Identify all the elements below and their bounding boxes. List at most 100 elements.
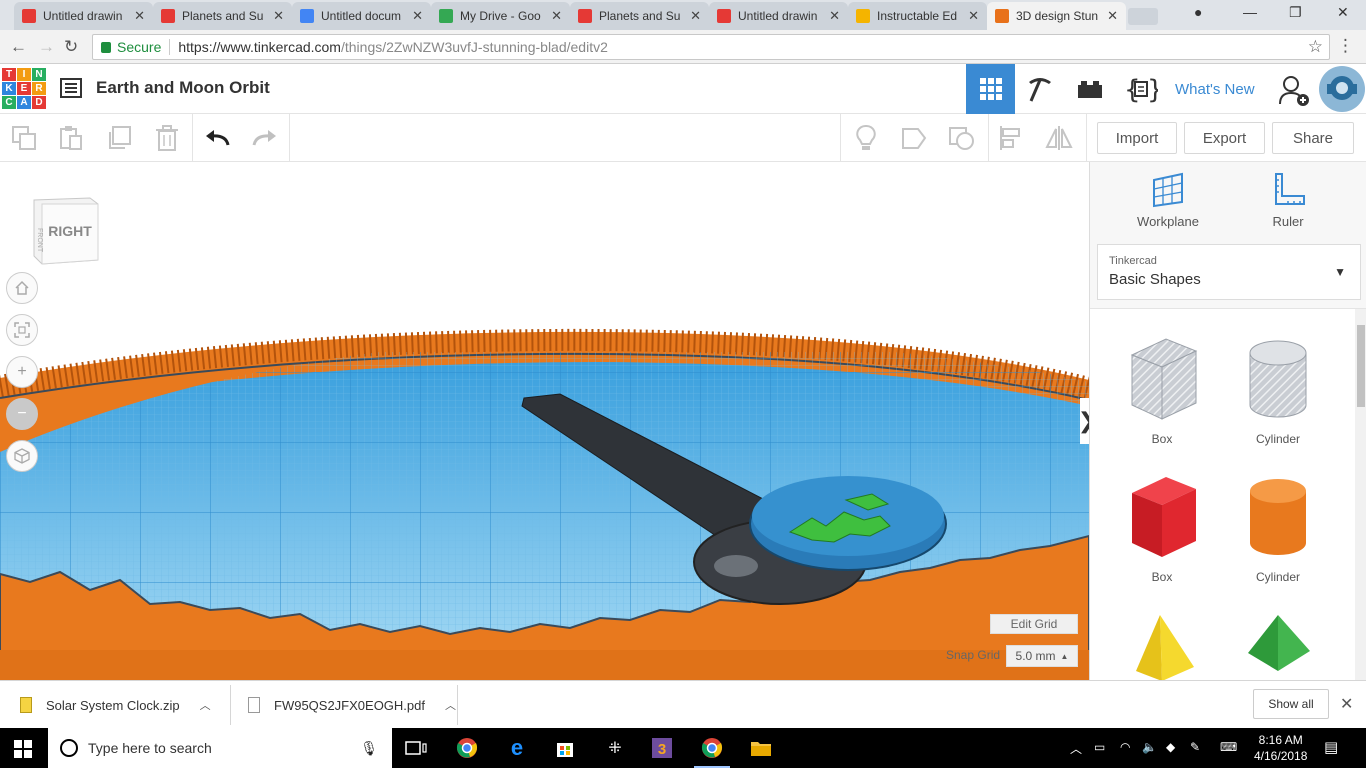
show-all-downloads-button[interactable]: Show all bbox=[1253, 689, 1329, 719]
app-3-taskbar-icon[interactable]: 3 bbox=[650, 736, 674, 760]
fit-view-button[interactable] bbox=[6, 314, 38, 346]
tab-close-icon[interactable]: ✕ bbox=[551, 8, 562, 24]
3d-design-view-button[interactable] bbox=[966, 64, 1015, 114]
blocks-pickaxe-button[interactable] bbox=[1016, 64, 1064, 114]
task-view-icon[interactable] bbox=[404, 736, 428, 760]
minimize-icon[interactable]: — bbox=[1243, 4, 1257, 20]
tinkercad-logo[interactable]: T I N K E R C A D bbox=[2, 68, 46, 109]
volume-muted-icon[interactable]: 🔈 bbox=[1142, 740, 1157, 754]
scene-canvas[interactable] bbox=[0, 162, 1089, 680]
edit-grid-button[interactable]: Edit Grid bbox=[990, 614, 1078, 634]
paste-button[interactable] bbox=[57, 124, 85, 152]
home-view-button[interactable] bbox=[6, 272, 38, 304]
download-item[interactable]: FW95QS2JFX0EOGH.pdf ︿ bbox=[248, 689, 456, 721]
shape-wedge[interactable] bbox=[1228, 611, 1328, 680]
file-explorer-taskbar-icon[interactable] bbox=[749, 736, 773, 760]
browser-tab[interactable]: Planets and Su ✕ bbox=[153, 2, 292, 30]
ungroup-button[interactable] bbox=[948, 124, 976, 152]
tab-close-icon[interactable]: ✕ bbox=[273, 8, 284, 24]
browser-tab[interactable]: Untitled drawin ✕ bbox=[14, 2, 153, 30]
tab-close-icon[interactable]: ✕ bbox=[1107, 8, 1118, 24]
bookmark-star-icon[interactable]: ☆ bbox=[1308, 37, 1323, 57]
design-list-icon[interactable] bbox=[60, 78, 82, 98]
window-close-icon[interactable]: ✕ bbox=[1337, 4, 1349, 21]
snap-grid-select[interactable]: 5.0 mm ▲ bbox=[1006, 645, 1078, 667]
reload-icon[interactable]: ↻ bbox=[64, 37, 78, 57]
shape-box-hole[interactable]: Box bbox=[1112, 335, 1212, 446]
browser-tab[interactable]: Untitled drawin ✕ bbox=[709, 2, 848, 30]
tab-close-icon[interactable]: ✕ bbox=[829, 8, 840, 24]
3d-viewport[interactable]: RIGHT FRONT + − ❯ Edit Grid Snap Grid 5.… bbox=[0, 162, 1089, 680]
taskbar-search-input[interactable]: Type here to search 🎙 bbox=[48, 728, 392, 768]
tab-close-icon[interactable]: ✕ bbox=[412, 8, 423, 24]
shape-box[interactable]: Box bbox=[1112, 473, 1212, 584]
keyboard-icon[interactable]: ⌨ bbox=[1220, 740, 1237, 754]
chrome-taskbar-icon[interactable] bbox=[455, 736, 479, 760]
chevron-up-icon[interactable]: ︿ bbox=[445, 697, 456, 713]
new-tab-button[interactable] bbox=[1128, 8, 1158, 25]
delete-button[interactable] bbox=[153, 124, 181, 152]
mirror-button[interactable] bbox=[1045, 124, 1073, 152]
profile-icon[interactable]: ● bbox=[1194, 4, 1202, 20]
codeblocks-button[interactable]: { } bbox=[1116, 64, 1166, 114]
omnibox-divider bbox=[169, 39, 171, 55]
zoom-in-button[interactable]: + bbox=[6, 356, 38, 388]
shape-cylinder-hole[interactable]: Cylinder bbox=[1228, 335, 1328, 446]
share-button[interactable]: Share bbox=[1272, 122, 1354, 154]
wifi-icon[interactable]: ◠ bbox=[1120, 740, 1130, 754]
show-hidden-icons-icon[interactable]: ︿ bbox=[1070, 740, 1082, 757]
tab-close-icon[interactable]: ✕ bbox=[690, 8, 701, 24]
shape-library-select[interactable]: Tinkercad Basic Shapes ▼ bbox=[1097, 244, 1361, 300]
forward-icon[interactable]: → bbox=[38, 37, 55, 57]
panel-collapse-chevron-icon[interactable]: ❯ bbox=[1078, 398, 1089, 444]
notifications-icon[interactable]: ▤ bbox=[1324, 738, 1338, 756]
chrome-active-taskbar-icon[interactable] bbox=[694, 736, 730, 768]
perspective-toggle-button[interactable] bbox=[6, 440, 38, 472]
bricks-button[interactable] bbox=[1065, 64, 1115, 114]
workplane-button[interactable]: Workplane bbox=[1118, 172, 1218, 229]
whats-new-link[interactable]: What's New bbox=[1175, 81, 1255, 98]
ruler-button[interactable]: Ruler bbox=[1238, 172, 1338, 229]
redo-button[interactable] bbox=[251, 124, 279, 152]
group-button[interactable] bbox=[900, 124, 928, 152]
align-button[interactable] bbox=[997, 124, 1025, 152]
tab-close-icon[interactable]: ✕ bbox=[968, 8, 979, 24]
chevron-up-icon[interactable]: ︿ bbox=[200, 697, 211, 713]
browser-tab[interactable]: Untitled docum ✕ bbox=[292, 2, 431, 30]
battery-icon[interactable]: ▭ bbox=[1094, 740, 1105, 754]
import-button[interactable]: Import bbox=[1097, 122, 1177, 154]
back-icon[interactable]: ← bbox=[10, 37, 27, 57]
zoom-out-button[interactable]: − bbox=[6, 398, 38, 430]
view-cube[interactable]: RIGHT FRONT bbox=[30, 194, 100, 266]
browser-tab[interactable]: Planets and Su ✕ bbox=[570, 2, 709, 30]
shape-cylinder[interactable]: Cylinder bbox=[1228, 473, 1328, 584]
edge-taskbar-icon[interactable]: e bbox=[505, 735, 529, 760]
tab-close-icon[interactable]: ✕ bbox=[134, 8, 145, 24]
url-input[interactable]: Secure https://www.tinkercad.com /things… bbox=[92, 34, 1330, 60]
store-taskbar-icon[interactable] bbox=[553, 736, 577, 760]
browser-tab[interactable]: Instructable Ed ✕ bbox=[848, 2, 987, 30]
design-title[interactable]: Earth and Moon Orbit bbox=[96, 78, 270, 98]
export-button[interactable]: Export bbox=[1184, 122, 1265, 154]
shapes-scrollbar[interactable] bbox=[1355, 309, 1366, 680]
close-download-bar-icon[interactable]: ✕ bbox=[1340, 694, 1353, 714]
windows-start-icon[interactable] bbox=[14, 740, 32, 758]
pen-icon[interactable]: ✎ bbox=[1190, 740, 1200, 754]
maximize-icon[interactable]: ❐ bbox=[1289, 4, 1302, 21]
browser-tab-active[interactable]: 3D design Stun ✕ bbox=[987, 2, 1126, 30]
dropbox-icon[interactable]: ◆ bbox=[1166, 740, 1175, 754]
microphone-icon[interactable]: 🎙 bbox=[360, 740, 378, 757]
duplicate-button[interactable] bbox=[105, 124, 133, 152]
copy-button[interactable] bbox=[10, 124, 38, 152]
download-item[interactable]: Solar System Clock.zip ︿ bbox=[20, 689, 211, 721]
add-user-icon[interactable] bbox=[1279, 75, 1311, 107]
slack-taskbar-icon[interactable]: ⁜ bbox=[603, 736, 627, 760]
browser-menu-icon[interactable]: ⋮ bbox=[1337, 36, 1354, 56]
scrollbar-thumb[interactable] bbox=[1357, 325, 1365, 407]
shape-roof[interactable] bbox=[1112, 611, 1212, 680]
user-avatar[interactable] bbox=[1319, 66, 1365, 112]
notes-button[interactable] bbox=[852, 124, 880, 152]
system-clock[interactable]: 8:16 AM 4/16/2018 bbox=[1254, 732, 1307, 764]
browser-tab[interactable]: My Drive - Goo ✕ bbox=[431, 2, 570, 30]
undo-button[interactable] bbox=[203, 124, 231, 152]
